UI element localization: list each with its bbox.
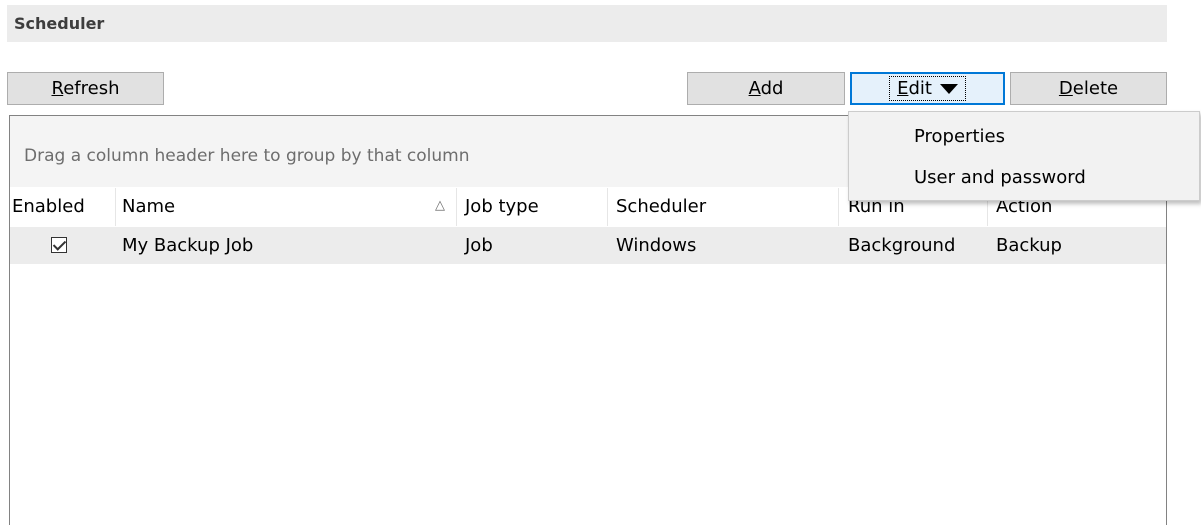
cell-scheduler: Windows (616, 235, 697, 256)
cell-job-type: Job (465, 235, 493, 256)
delete-button[interactable]: Delete (1010, 72, 1167, 105)
add-label: dd (760, 78, 784, 99)
section-title: Scheduler (14, 14, 105, 33)
dropdown-caret-icon (939, 83, 958, 94)
refresh-accel: R (51, 78, 64, 99)
edit-label: dit (908, 78, 932, 99)
column-header-enabled[interactable]: Enabled (12, 196, 85, 226)
delete-label: elete (1072, 78, 1119, 99)
cell-run-in: Background (848, 235, 956, 256)
group-by-hint: Drag a column header here to group by th… (24, 146, 470, 166)
column-header-name[interactable]: Name (122, 196, 175, 226)
refresh-button[interactable]: Refresh (7, 72, 164, 105)
add-accel: A (748, 78, 761, 99)
column-header-job-type[interactable]: Job type (465, 196, 539, 226)
delete-accel: D (1058, 78, 1073, 99)
edit-accel: E (897, 78, 909, 99)
table-row[interactable]: My Backup Job Job Windows Background Bac… (10, 227, 1166, 264)
menu-item-user-and-password[interactable]: User and password (914, 167, 1086, 188)
section-header: Scheduler (7, 5, 1167, 42)
column-separator[interactable] (607, 188, 608, 226)
column-separator[interactable] (456, 188, 457, 226)
menu-item-properties[interactable]: Properties (914, 126, 1005, 147)
refresh-label: efresh (63, 78, 120, 99)
cell-name: My Backup Job (122, 235, 254, 256)
column-separator[interactable] (115, 188, 116, 226)
cell-action: Backup (996, 235, 1062, 256)
add-button[interactable]: Add (687, 72, 845, 105)
column-separator[interactable] (838, 188, 839, 226)
sort-ascending-icon: △ (435, 198, 445, 213)
edit-button[interactable]: Edit (850, 72, 1005, 105)
column-header-scheduler[interactable]: Scheduler (616, 196, 706, 226)
enabled-checkbox[interactable] (51, 237, 67, 253)
edit-dropdown-menu: Properties User and password (848, 111, 1200, 201)
